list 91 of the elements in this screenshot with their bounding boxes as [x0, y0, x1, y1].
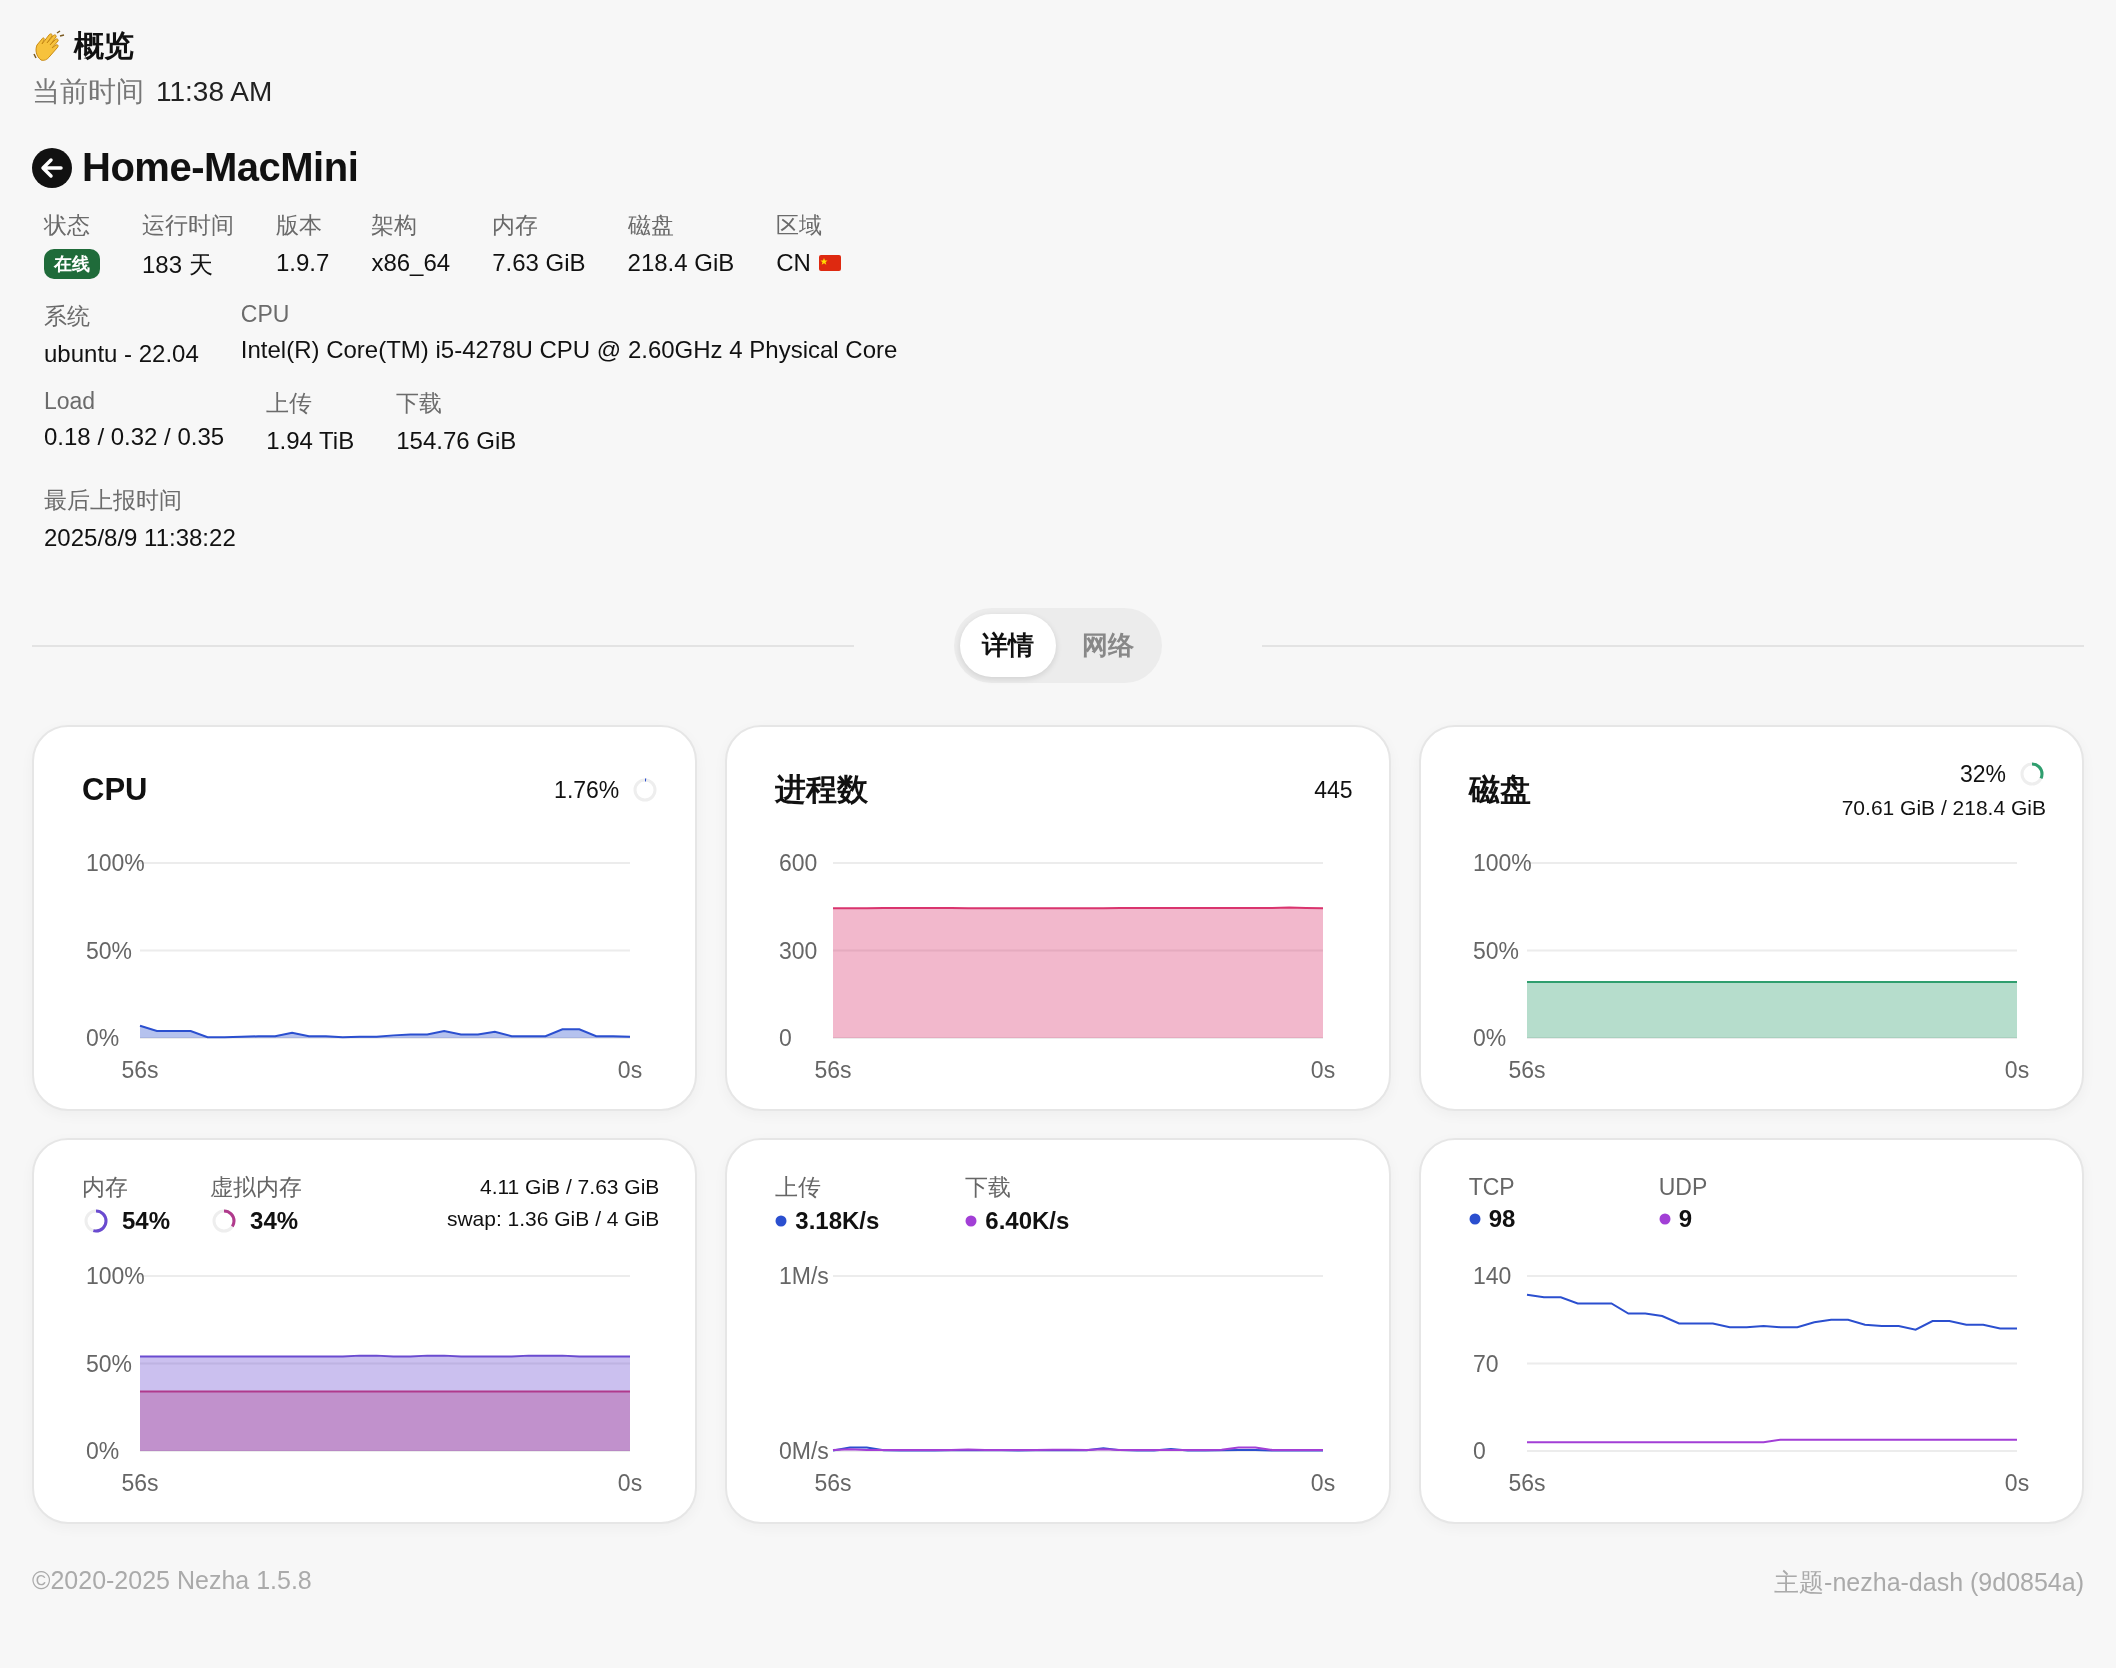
- axis-label: 0s: [1311, 1470, 1336, 1496]
- usage-detail: swap: 1.36 GiB / 4 GiB: [446, 1207, 660, 1231]
- info-label: 下载: [396, 389, 443, 418]
- card-title: 磁盘: [1468, 771, 1531, 809]
- back-icon[interactable]: [32, 147, 72, 188]
- info-value: x86_64: [371, 249, 451, 277]
- axis-label: 56s: [121, 1470, 159, 1496]
- axis-label: 0: [779, 1025, 793, 1051]
- axis-label: 0s: [2004, 1057, 2029, 1083]
- metric-value: 34%: [250, 1206, 299, 1235]
- metric-label: 上传: [775, 1172, 823, 1202]
- info-value: 2025/8/9 11:38:22: [44, 524, 236, 552]
- axis-label: 0%: [1472, 1025, 1506, 1051]
- legend-dot: [775, 1214, 788, 1227]
- axis-label: 0s: [1311, 1057, 1336, 1083]
- status-badge: 在线: [44, 249, 100, 279]
- axis-label: 56s: [814, 1057, 852, 1083]
- reading: 445: [1314, 776, 1353, 804]
- tab[interactable]: 详情: [960, 614, 1056, 677]
- card-title: CPU: [82, 772, 148, 808]
- metric-label: TCP: [1468, 1173, 1516, 1201]
- info-label: 磁盘: [627, 211, 674, 240]
- usage-detail: 4.11 GiB / 7.63 GiB: [479, 1175, 660, 1199]
- axis-label: 0: [1472, 1438, 1486, 1464]
- info-label: 版本: [276, 211, 322, 240]
- axis-label: 56s: [1508, 1470, 1546, 1496]
- ring-gauge: [2018, 760, 2046, 788]
- copyright: ©2020-2025 Nezha 1.5.8: [32, 1566, 312, 1596]
- waving-hand-icon: [32, 29, 66, 64]
- axis-label: 56s: [814, 1470, 852, 1496]
- info-value: CN: [776, 249, 811, 277]
- info-value: 218.4 GiB: [627, 249, 735, 277]
- info-label: 内存: [492, 211, 539, 240]
- info-label: 运行时间: [142, 211, 234, 240]
- info-value: 0.18 / 0.32 / 0.35: [44, 423, 225, 451]
- info-label: 最后上报时间: [44, 486, 182, 515]
- info-value: 183 天: [142, 250, 213, 280]
- metric-label: 虚拟内存: [210, 1172, 303, 1202]
- info-label: 状态: [44, 211, 90, 240]
- axis-label: 140: [1472, 1263, 1512, 1289]
- legend-dot: [1468, 1212, 1481, 1225]
- info-value: 154.76 GiB: [396, 427, 517, 455]
- axis-label: 50%: [86, 937, 133, 964]
- axis-label: 0%: [86, 1438, 120, 1464]
- info-value: ubuntu - 22.04: [44, 340, 199, 368]
- axis-label: 0s: [617, 1057, 643, 1083]
- info-label: 架构: [371, 211, 418, 240]
- axis-label: 0M/s: [779, 1438, 830, 1464]
- card-title: 进程数: [775, 771, 869, 809]
- info-value: 1.94 TiB: [266, 427, 355, 455]
- info-label: CPU: [240, 301, 290, 328]
- legend-dot: [965, 1214, 978, 1227]
- axis-label: 100%: [86, 850, 145, 876]
- current-time: 11:38 AM: [156, 76, 273, 108]
- time-label: 当前时间: [32, 75, 144, 109]
- axis-label: 50%: [86, 1350, 133, 1377]
- metric-value: 9: [1678, 1204, 1692, 1233]
- axis-label: 0%: [86, 1025, 120, 1051]
- metric-label: 内存: [82, 1172, 129, 1202]
- legend-dot: [1658, 1212, 1671, 1225]
- metric-label: 下载: [965, 1172, 1013, 1202]
- info-label: 系统: [44, 302, 90, 331]
- usage-detail: 70.61 GiB / 218.4 GiB: [1841, 796, 2046, 820]
- axis-label: 1M/s: [779, 1263, 830, 1289]
- server-name: Home-MacMini: [82, 145, 359, 190]
- info-label: 区域: [776, 211, 823, 240]
- flag-icon: [818, 255, 841, 271]
- metric-value: 54%: [122, 1206, 171, 1235]
- axis-label: 56s: [1508, 1057, 1546, 1083]
- reading: 32%: [1959, 760, 2006, 788]
- axis-label: 56s: [121, 1057, 159, 1083]
- theme-credit: 主题-nezha-dash (9d0854a): [1774, 1567, 2084, 1598]
- axis-label: 100%: [86, 1263, 145, 1289]
- axis-label: 600: [779, 850, 818, 876]
- info-value: Intel(R) Core(TM) i5-4278U CPU @ 2.60GHz 4 Physical Core: [240, 336, 898, 364]
- axis-label: 300: [779, 937, 818, 964]
- metric-value: 98: [1488, 1204, 1516, 1233]
- metric-label: UDP: [1658, 1173, 1709, 1201]
- axis-label: 50%: [1472, 937, 1519, 964]
- reading: 1.76%: [554, 776, 620, 804]
- axis-label: 100%: [1472, 850, 1532, 876]
- axis-label: 0s: [617, 1470, 643, 1496]
- info-label: Load: [44, 388, 96, 415]
- info-label: 上传: [266, 389, 313, 418]
- info-value: 1.9.7: [276, 249, 330, 277]
- axis-label: 70: [1472, 1350, 1499, 1377]
- metric-value: 3.18K/s: [795, 1206, 880, 1235]
- page-title: 概览: [74, 28, 134, 64]
- info-value: 7.63 GiB: [492, 249, 586, 277]
- metric-value: 6.40K/s: [985, 1206, 1070, 1235]
- axis-label: 0s: [2004, 1470, 2029, 1496]
